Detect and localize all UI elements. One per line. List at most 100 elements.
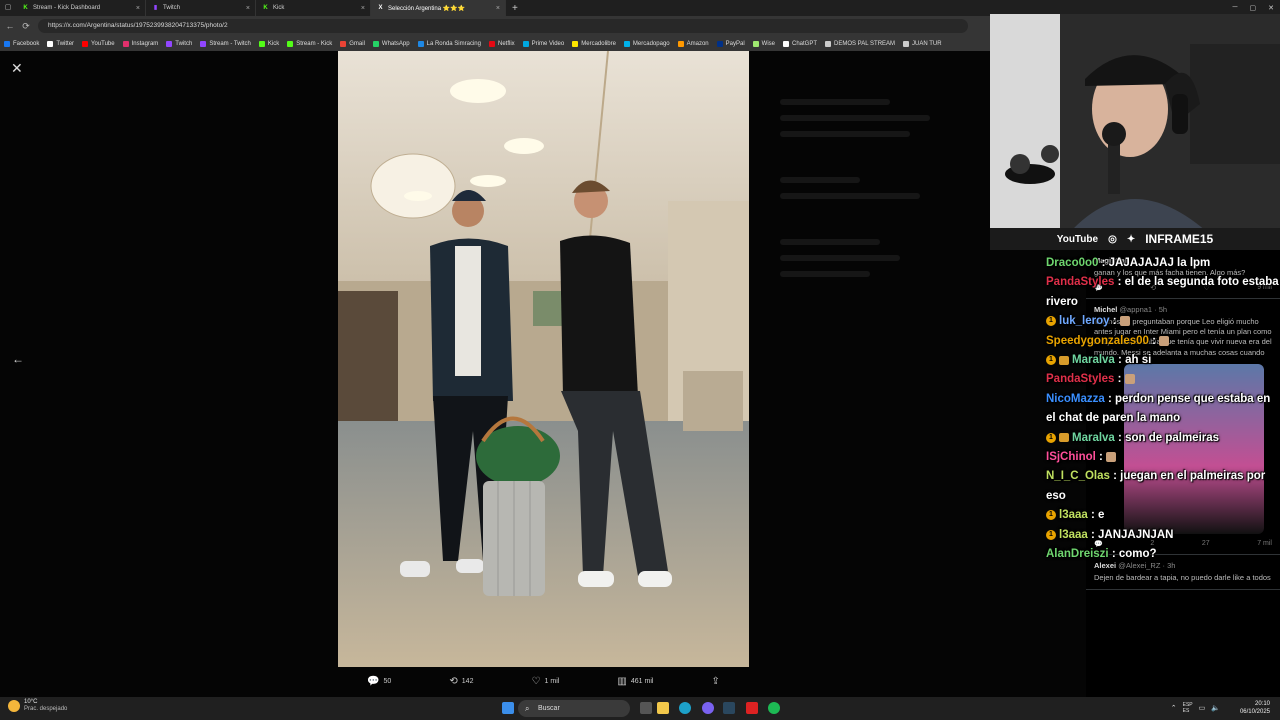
bookmark-label: JUAN TUR [912,40,942,47]
bookmark-item[interactable]: Stream - Kick [287,40,333,47]
bookmark-item[interactable]: YouTube [82,40,115,47]
bookmark-icon [166,40,173,47]
clock-date: 06/10/2025 [1239,709,1270,715]
bookmark-label: Stream - Kick [296,40,333,47]
close-tab-icon[interactable]: × [496,5,500,12]
repost-button[interactable]: ⟲ 142 [449,676,473,687]
bookmark-item[interactable]: JUAN TUR [903,40,942,47]
minimize-icon[interactable]: ─ [1233,4,1238,12]
chat-message: ISjChinol : [1046,448,1280,467]
bookmark-item[interactable]: Stream - Twitch [200,40,251,47]
start-icon[interactable] [502,702,514,714]
like-count: 1 mil [544,677,560,685]
edge-icon[interactable] [679,702,691,714]
browser-tab[interactable]: X Selección Argentina ⭐⭐⭐ × [371,0,506,16]
system-tray[interactable]: ⌃ ESP ES ▭ 🔈 [1171,702,1220,714]
chat-message: PandaStyles : [1046,370,1280,389]
close-tab-icon[interactable]: × [246,5,250,12]
chat-message: 1 luk_leroy : [1046,312,1280,331]
spotify-icon[interactable] [768,702,780,714]
window-controls[interactable]: ─ ▢ ✕ [1233,4,1274,12]
browser-tab[interactable]: K Kick × [256,0,371,16]
weather-widget[interactable]: 10°C Prac. despejado [8,699,67,713]
chat-username: AlanDreiszi [1046,548,1109,561]
bookmark-icon [200,40,207,47]
file-explorer-icon[interactable] [657,702,669,714]
chevron-up-icon[interactable]: ⌃ [1171,704,1177,712]
bookmark-item[interactable]: DEMOS PAL STREAM [825,40,896,47]
bookmark-item[interactable]: Mercadopago [623,40,670,47]
chat-separator: : [1109,315,1120,328]
task-view-icon[interactable] [640,702,652,714]
bookmark-item[interactable]: Instagram [122,40,158,47]
previous-photo-icon[interactable]: ← [12,352,24,366]
bookmark-label: DEMOS PAL STREAM [834,40,896,47]
bookmark-item[interactable]: Kick [258,40,279,47]
bookmark-item[interactable]: Prime Video [522,40,564,47]
network-icon[interactable]: ▭ [1199,704,1206,712]
app-icon[interactable] [746,702,758,714]
bookmark-item[interactable]: La Ronda Simracing [417,40,481,47]
bookmark-item[interactable]: Gmail [340,40,365,47]
bookmark-label: YouTube [91,40,115,47]
twitter-icon: ✦ [1126,233,1136,245]
chat-username: luk_leroy [1059,315,1110,328]
taskbar-search[interactable]: ⌕ Buscar [518,700,630,717]
bookmark-item[interactable]: Twitch [166,40,192,47]
reload-icon[interactable]: ⟳ [20,21,32,32]
bookmark-icon [488,40,495,47]
tab-label: Stream - Kick Dashboard [33,5,101,11]
bookmark-item[interactable]: WhatsApp [372,40,410,47]
chat-message: PandaStyles : el de la segunda foto esta… [1046,273,1280,312]
browser-tab[interactable]: K Stream - Kick Dashboard × [16,0,146,16]
volume-icon[interactable]: 🔈 [1211,704,1220,712]
views-button[interactable]: ▥ 461 mil [617,676,653,687]
bookmark-item[interactable]: Twitter [47,40,74,47]
bookmark-item[interactable]: Mercadolibre [572,40,616,47]
chat-text: como? [1118,548,1157,561]
like-button[interactable]: ♡ 1 mil [532,676,560,687]
window-menu-icon[interactable]: ▢ [0,0,16,16]
tab-favicon-icon: K [263,4,268,11]
discord-icon[interactable] [702,702,714,714]
weather-temp: 10°C [24,699,38,705]
bookmark-item[interactable]: Facebook [4,40,39,47]
chat-separator: : [1109,470,1121,483]
close-tab-icon[interactable]: × [361,5,365,12]
bookmark-icon [258,40,265,47]
chat-message: Draco0o0 : JAJAJAJAJ la lpm [1046,254,1280,273]
back-icon[interactable]: ← [4,21,16,31]
repost-count: 142 [461,677,474,685]
bookmark-label: Amazon [686,40,709,47]
bookmark-item[interactable]: Netflix [488,40,515,47]
close-icon[interactable]: ✕ [11,60,23,77]
maximize-icon[interactable]: ▢ [1250,4,1257,12]
dimmed-sidebar [780,51,980,691]
bookmark-icon [783,40,789,47]
language-indicator[interactable]: ESP ES [1183,702,1193,714]
bookmark-item[interactable]: Wise [752,40,775,47]
bookmark-item[interactable]: ChatGPT [783,40,817,47]
chat-text: ah si [1125,354,1152,367]
url-field[interactable]: https://x.com/Argentina/status/197523993… [38,19,968,33]
close-window-icon[interactable]: ✕ [1268,4,1274,12]
steam-icon[interactable] [723,702,735,714]
bookmark-item[interactable]: PayPal [716,40,745,47]
bookmark-item[interactable]: Amazon [677,40,709,47]
browser-tab[interactable]: ▮ Twitch × [146,0,256,16]
emote-icon [1124,374,1135,385]
weather-desc: Prac. despejado [24,706,68,712]
chat-separator: : [1114,354,1126,367]
reply-button[interactable]: 💬 50 [367,676,391,687]
streamer-handle: INFRAME15 [1145,232,1214,246]
new-tab-button[interactable]: + [512,3,518,14]
clock[interactable]: 20:10 06/10/2025 [1240,700,1270,716]
chat-message: 1 l3aaa : e [1046,506,1280,525]
chat-message: 1 Maralva : son de palmeiras [1046,429,1280,448]
share-button[interactable]: ⇪ [712,676,720,687]
views-count: 461 mil [630,677,654,685]
close-tab-icon[interactable]: × [136,5,140,12]
bookmark-label: Wise [761,40,775,47]
weather-icon [8,700,20,712]
bookmark-icon [417,40,424,47]
